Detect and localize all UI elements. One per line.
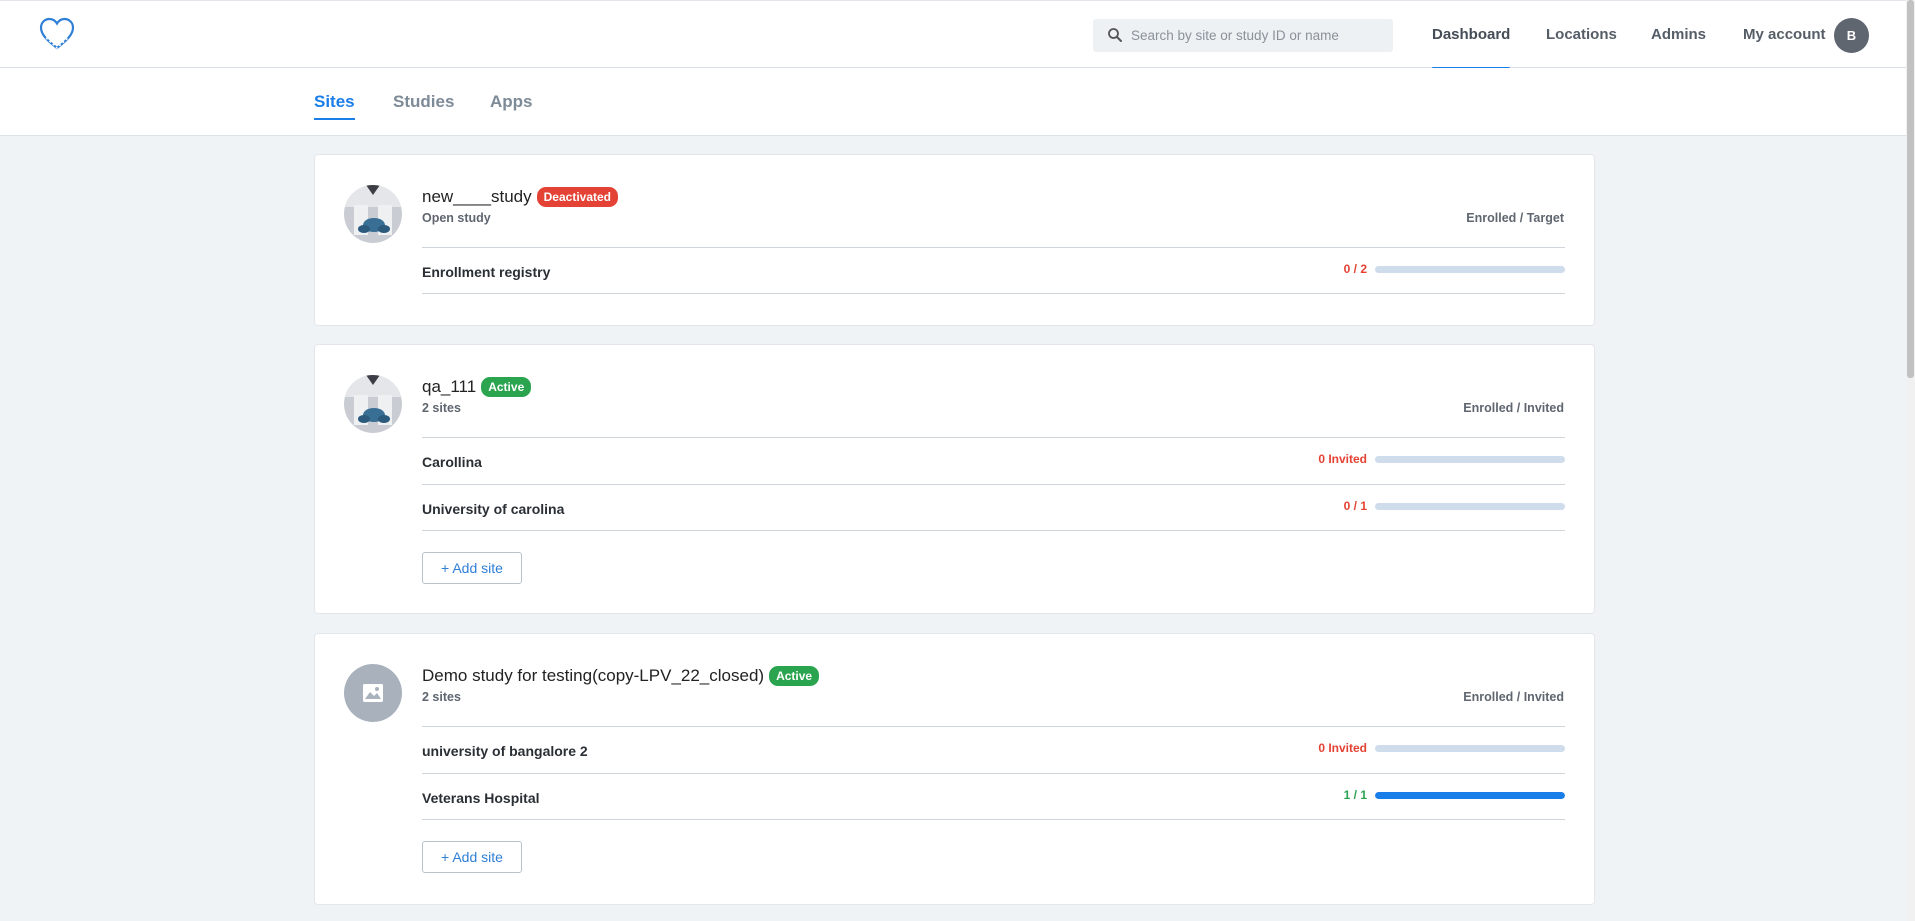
heart-logo-icon[interactable]	[38, 17, 76, 51]
study-card: qa_111 Active 2 sites Enrolled / Invited…	[314, 344, 1595, 614]
site-count: 0 Invited	[1318, 452, 1367, 466]
progress-bar	[1375, 456, 1565, 463]
study-name[interactable]: qa_111	[422, 377, 476, 397]
column-header: Enrolled / Target	[1466, 211, 1564, 225]
site-name[interactable]: University of carolina	[422, 501, 564, 517]
top-navigation-bar: Dashboard Locations Admins My account B	[0, 0, 1906, 70]
site-row[interactable]: university of bangalore 2 0 Invited	[422, 726, 1565, 773]
site-row[interactable]: Veterans Hospital 1 / 1	[422, 773, 1565, 820]
column-header: Enrolled / Invited	[1463, 401, 1564, 415]
status-badge: Deactivated	[536, 187, 619, 207]
site-name[interactable]: Veterans Hospital	[422, 790, 540, 806]
study-name[interactable]: new____study	[422, 187, 532, 207]
study-image	[344, 375, 402, 433]
site-row[interactable]: Carollina 0 Invited	[422, 437, 1565, 484]
site-row[interactable]: University of carolina 0 / 1	[422, 484, 1565, 531]
study-subtitle: Open study	[422, 211, 491, 225]
study-image	[344, 185, 402, 243]
nav-my-account[interactable]: My account	[1743, 1, 1826, 69]
study-subtitle: 2 sites	[422, 401, 461, 415]
study-title-row: new____study Deactivated	[422, 187, 619, 207]
tab-studies[interactable]: Studies	[393, 92, 454, 118]
nav-locations[interactable]: Locations	[1546, 1, 1617, 69]
image-placeholder-icon	[363, 684, 383, 702]
status-badge: Active	[769, 666, 820, 686]
study-image	[344, 664, 402, 722]
progress-bar	[1375, 792, 1565, 799]
site-name[interactable]: Carollina	[422, 454, 482, 470]
site-row[interactable]: Enrollment registry 0 / 2	[422, 247, 1565, 294]
study-name[interactable]: Demo study for testing(copy-LPV_22_close…	[422, 666, 764, 686]
column-header: Enrolled / Invited	[1463, 690, 1564, 704]
search-icon	[1108, 28, 1122, 42]
progress-bar	[1375, 745, 1565, 752]
site-count: 0 Invited	[1318, 741, 1367, 755]
study-card: new____study Deactivated Open study Enro…	[314, 154, 1595, 326]
nav-admins[interactable]: Admins	[1651, 1, 1706, 69]
add-site-button[interactable]: + Add site	[422, 552, 522, 584]
study-title-row: qa_111 Active	[422, 377, 532, 397]
status-badge: Active	[481, 377, 532, 397]
study-card: Demo study for testing(copy-LPV_22_close…	[314, 633, 1595, 905]
site-name[interactable]: university of bangalore 2	[422, 743, 588, 759]
tab-sites[interactable]: Sites	[314, 92, 355, 120]
section-tabs-bar: Sites Studies Apps	[0, 68, 1906, 136]
add-site-button[interactable]: + Add site	[422, 841, 522, 873]
study-title-row: Demo study for testing(copy-LPV_22_close…	[422, 666, 820, 686]
study-subtitle: 2 sites	[422, 690, 461, 704]
nav-dashboard[interactable]: Dashboard	[1432, 1, 1511, 70]
search-box[interactable]	[1093, 19, 1393, 52]
site-count: 0 / 1	[1343, 499, 1367, 513]
site-count: 1 / 1	[1343, 788, 1367, 802]
search-input[interactable]	[1131, 19, 1386, 52]
site-name[interactable]: Enrollment registry	[422, 264, 550, 280]
user-avatar[interactable]: B	[1834, 18, 1869, 53]
site-count: 0 / 2	[1343, 262, 1367, 276]
progress-bar	[1375, 266, 1565, 273]
tab-apps[interactable]: Apps	[490, 92, 533, 118]
progress-bar	[1375, 503, 1565, 510]
page-scrollbar-thumb[interactable]	[1907, 0, 1914, 378]
